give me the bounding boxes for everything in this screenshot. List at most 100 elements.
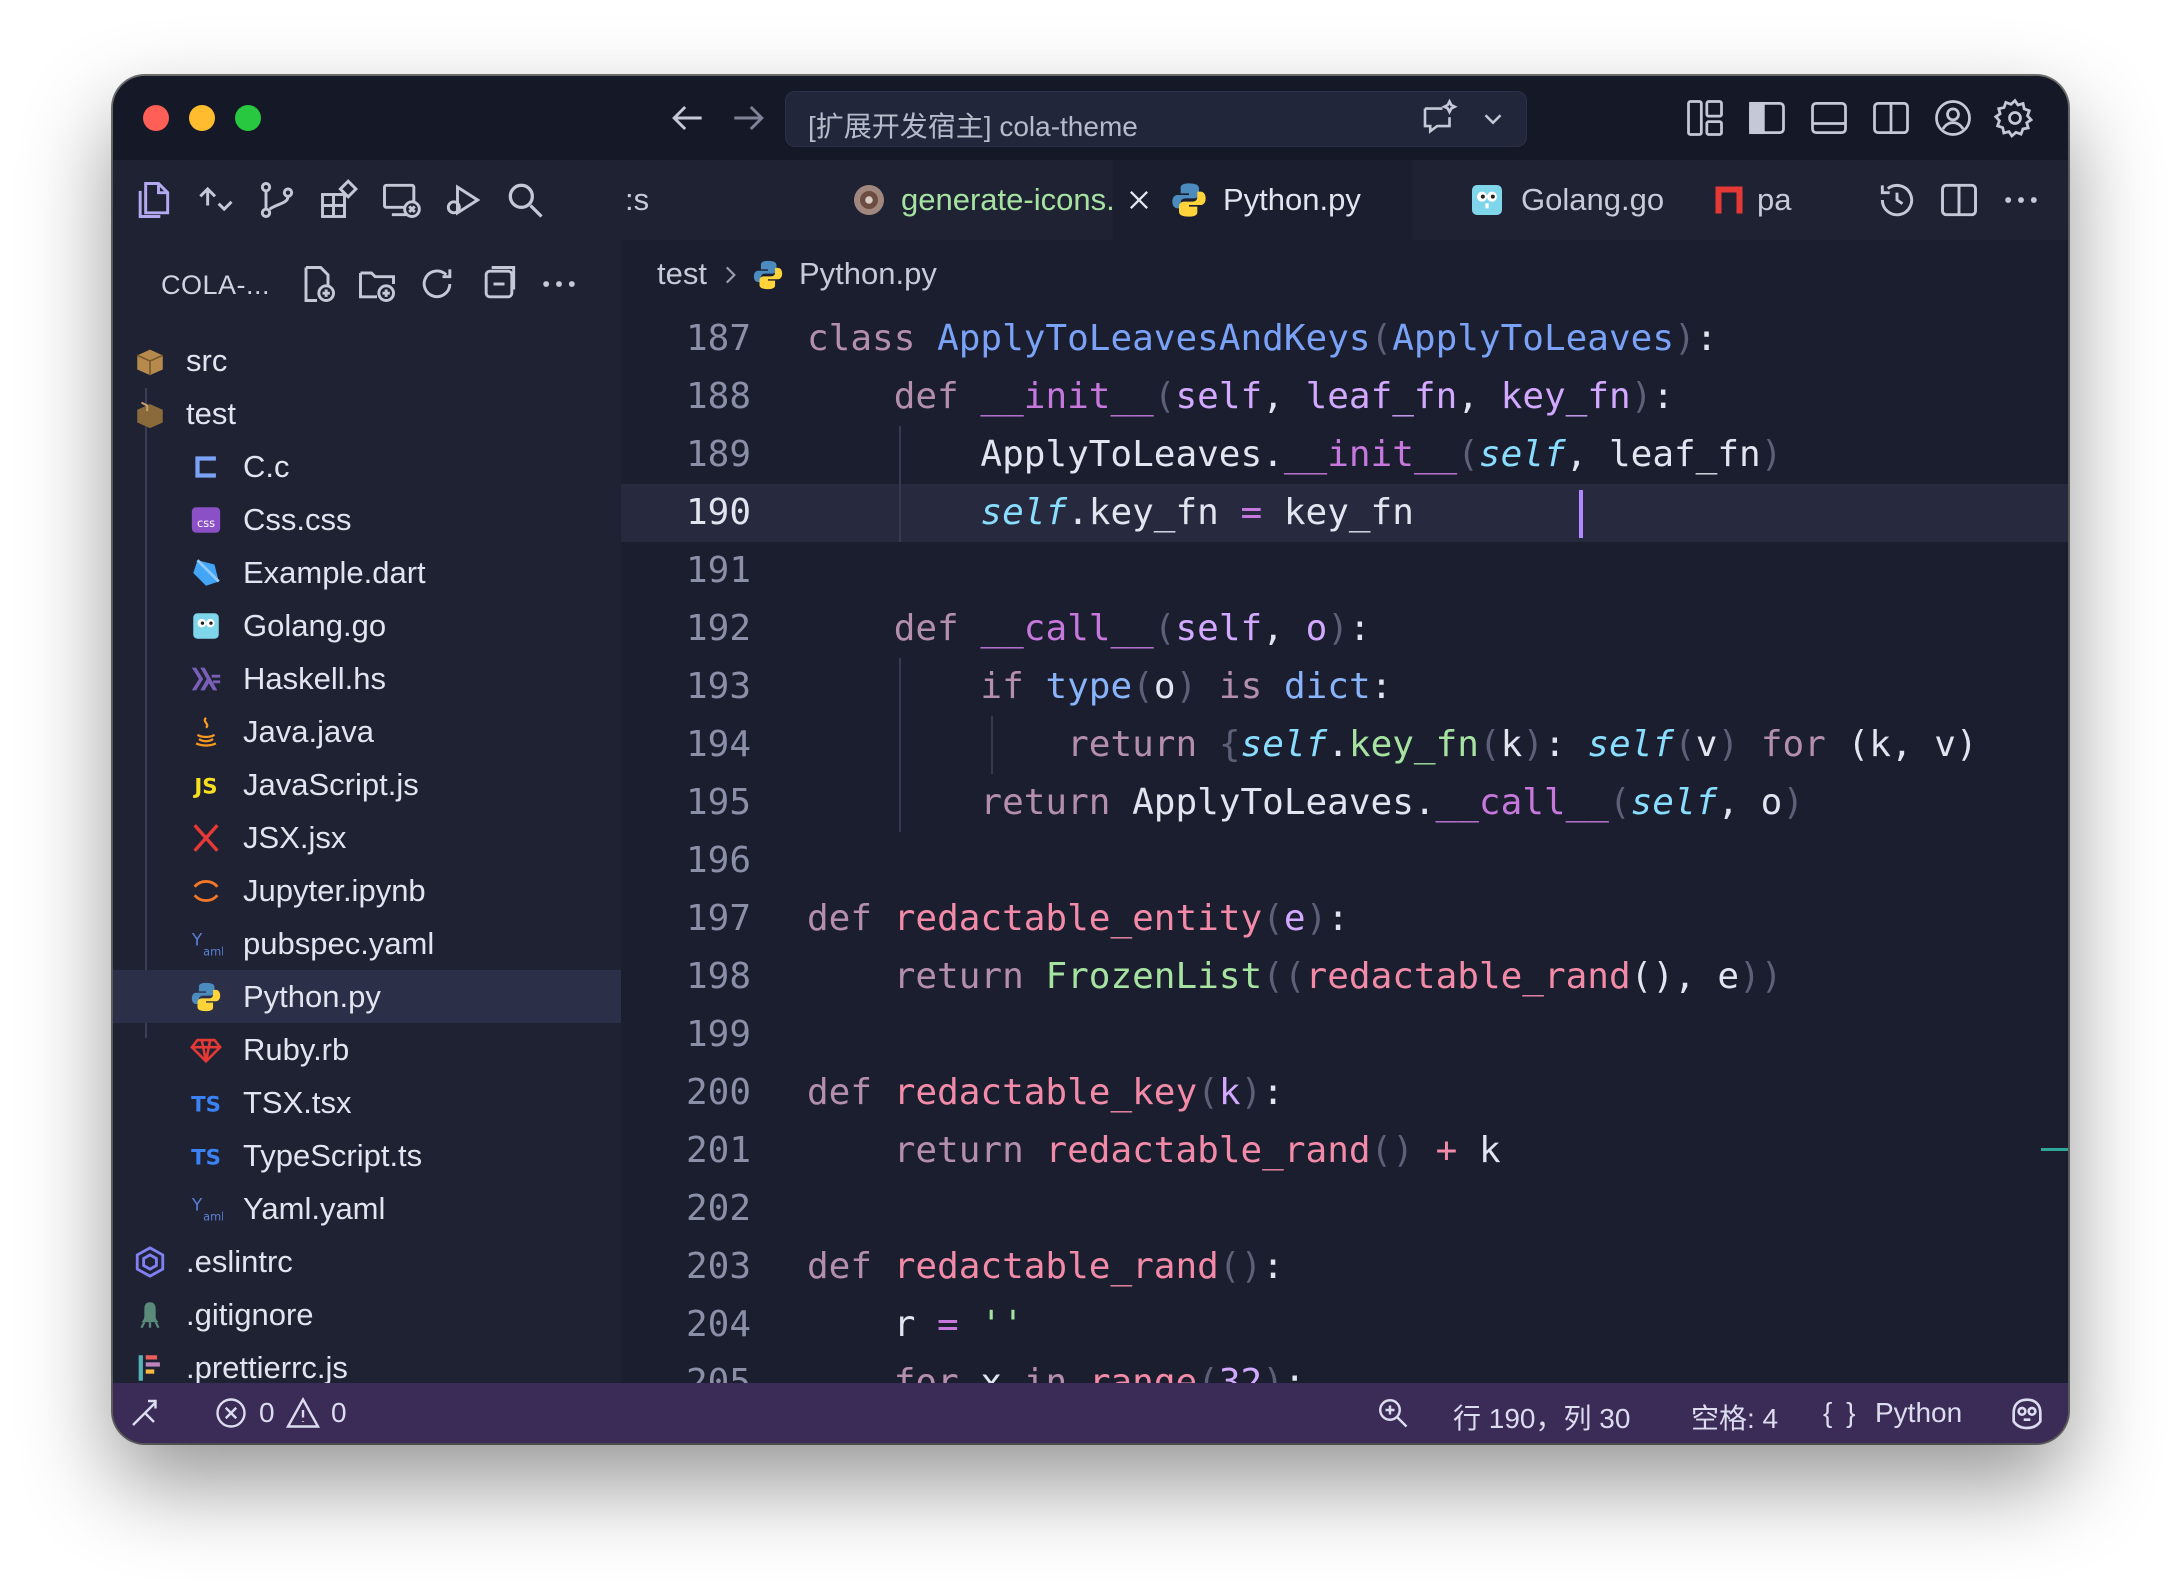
gear-icon[interactable] xyxy=(1993,96,2037,140)
warning-icon[interactable] xyxy=(285,1395,321,1431)
toggle-primary-sidebar-icon[interactable] xyxy=(1745,96,1789,140)
tree-file-gitignore[interactable]: .gitignore xyxy=(113,1288,621,1341)
code-token: . xyxy=(1327,724,1349,765)
error-count[interactable]: 0 xyxy=(259,1397,275,1429)
toggle-panel-icon[interactable] xyxy=(1807,96,1851,140)
explorer-files-icon[interactable] xyxy=(131,178,175,222)
code-line[interactable]: 204 r = '' xyxy=(621,1296,2068,1354)
tree-file-eslintrc[interactable]: .eslintrc xyxy=(113,1235,621,1288)
tree-folder-test[interactable]: test xyxy=(113,387,621,440)
breadcrumb-file[interactable]: Python.py xyxy=(799,256,937,292)
status-bar: 0 0 行 190，列 30 空格: 4 { } Python xyxy=(113,1383,2068,1443)
tree-file-jupyter[interactable]: Jupyter.ipynb xyxy=(113,864,621,917)
tree-file-prettierrc[interactable]: .prettierrc.js xyxy=(113,1341,621,1383)
code-line[interactable]: 187 class ApplyToLeavesAndKeys(ApplyToLea… xyxy=(621,310,2068,368)
code-editor[interactable]: test Python.py 187 class ApplyToLeavesAnd… xyxy=(621,240,2068,1383)
tree-file-jsx[interactable]: JSX.jsx xyxy=(113,811,621,864)
code-line[interactable]: 205 for x in range(32): xyxy=(621,1354,2068,1383)
language-braces-icon[interactable]: { } xyxy=(1823,1397,1858,1429)
code-line[interactable]: 198 return FrozenList((redactable_rand()… xyxy=(621,948,2068,1006)
code-line[interactable]: 194 return {self.key_fn(k): self(v) for … xyxy=(621,716,2068,774)
code-token: ( xyxy=(1153,608,1176,649)
extensions-icon[interactable] xyxy=(317,178,361,222)
tree-file-python[interactable]: Python.py xyxy=(113,970,621,1023)
search-icon[interactable] xyxy=(503,178,547,222)
zoom-in-icon[interactable] xyxy=(1375,1395,1411,1431)
command-center-search[interactable]: [扩展开发宿主] cola-theme xyxy=(785,91,1527,147)
tab-python[interactable]: Python.py xyxy=(1113,160,1413,240)
code-line[interactable]: 191 xyxy=(621,542,2068,600)
indentation-setting[interactable]: 空格: 4 xyxy=(1691,1397,1778,1437)
code-token: .key_fn xyxy=(1067,492,1241,533)
code-line[interactable]: 195 return ApplyToLeaves.__call__(self, … xyxy=(621,774,2068,832)
code-line[interactable]: 202 xyxy=(621,1180,2068,1238)
tree-file-typescript[interactable]: TS TypeScript.ts xyxy=(113,1129,621,1182)
chat-sparkle-icon[interactable] xyxy=(1418,98,1460,140)
tree-file-pubspec[interactable]: Yaml pubspec.yaml xyxy=(113,917,621,970)
toggle-secondary-sidebar-icon[interactable] xyxy=(1869,96,1913,140)
remote-explorer-icon[interactable] xyxy=(379,178,423,222)
new-folder-icon[interactable] xyxy=(355,262,399,306)
tree-file-tsx[interactable]: TS TSX.tsx xyxy=(113,1076,621,1129)
tree-file-javascript[interactable]: JS JavaScript.js xyxy=(113,758,621,811)
code-line[interactable]: 192 def __call__(self, o): xyxy=(621,600,2068,658)
code-line[interactable]: 193 if type(o) is dict: xyxy=(621,658,2068,716)
warning-count[interactable]: 0 xyxy=(331,1397,347,1429)
remote-connection-icon[interactable] xyxy=(127,1395,163,1431)
code-line[interactable]: 200 def redactable_key(k): xyxy=(621,1064,2068,1122)
tsx-file-icon: TS xyxy=(191,1093,221,1118)
tab-partial-pa[interactable]: pa xyxy=(1693,160,1823,240)
tree-file-haskell[interactable]: Haskell.hs xyxy=(113,652,621,705)
breadcrumb-folder[interactable]: test xyxy=(657,256,707,292)
tree-file-yaml[interactable]: Yaml Yaml.yaml xyxy=(113,1182,621,1235)
dart-file-icon xyxy=(193,559,220,586)
more-actions-icon[interactable] xyxy=(1999,178,2043,222)
zoom-window-button[interactable] xyxy=(235,105,261,131)
copilot-icon[interactable] xyxy=(2007,1393,2047,1433)
code-line[interactable]: 199 xyxy=(621,1006,2068,1064)
forward-arrow-icon[interactable] xyxy=(727,96,771,140)
code-line[interactable]: 189 ApplyToLeaves.__init__(self, leaf_fn… xyxy=(621,426,2068,484)
code-line[interactable]: 201 return redactable_rand() + k xyxy=(621,1122,2068,1180)
timeline-history-icon[interactable] xyxy=(1875,178,1919,222)
tree-file-css[interactable]: css Css.css xyxy=(113,493,621,546)
run-debug-icon[interactable] xyxy=(441,178,485,222)
back-arrow-icon[interactable] xyxy=(665,96,709,140)
split-editor-icon[interactable] xyxy=(1937,178,1981,222)
more-actions-icon[interactable] xyxy=(537,262,581,306)
collapse-all-icon[interactable] xyxy=(477,262,521,306)
tab-golang[interactable]: Golang.go xyxy=(1413,160,1693,240)
code-line[interactable]: 188 def __init__(self, leaf_fn, key_fn): xyxy=(621,368,2068,426)
code-line[interactable]: 190 self.key_fn = key_fn xyxy=(621,484,2068,542)
line-number: 197 xyxy=(685,898,751,939)
new-file-icon[interactable] xyxy=(295,262,339,306)
tree-file-ruby[interactable]: Ruby.rb xyxy=(113,1023,621,1076)
close-icon[interactable] xyxy=(1125,186,1153,214)
code-line[interactable]: 197 def redactable_entity(e): xyxy=(621,890,2068,948)
search-replace-icon[interactable] xyxy=(193,178,237,222)
language-mode[interactable]: Python xyxy=(1875,1397,1962,1429)
error-icon[interactable] xyxy=(213,1395,249,1431)
tree-folder-src[interactable]: src xyxy=(113,334,621,387)
tab-partial[interactable]: :s xyxy=(621,160,731,240)
customize-layout-icon[interactable] xyxy=(1683,96,1727,140)
code-token: self xyxy=(1240,724,1328,765)
code-line[interactable]: 196 xyxy=(621,832,2068,890)
tree-file-java[interactable]: Java.java xyxy=(113,705,621,758)
chevron-down-icon[interactable] xyxy=(1478,104,1508,134)
cursor-position[interactable]: 行 190，列 30 xyxy=(1453,1397,1630,1437)
tree-file-c[interactable]: C.c xyxy=(113,440,621,493)
code-text: def redactable_key(k): xyxy=(807,1064,1284,1122)
close-window-button[interactable] xyxy=(143,105,169,131)
code-token: __init__ xyxy=(980,376,1154,417)
refresh-icon[interactable] xyxy=(415,262,459,306)
source-control-icon[interactable] xyxy=(255,178,299,222)
minimize-window-button[interactable] xyxy=(189,105,215,131)
code-line[interactable]: 203 def redactable_rand(): xyxy=(621,1238,2068,1296)
account-icon[interactable] xyxy=(1931,96,1975,140)
tree-file-dart[interactable]: Example.dart xyxy=(113,546,621,599)
tree-file-go[interactable]: Golang.go xyxy=(113,599,621,652)
python-file-icon xyxy=(1172,183,1206,217)
